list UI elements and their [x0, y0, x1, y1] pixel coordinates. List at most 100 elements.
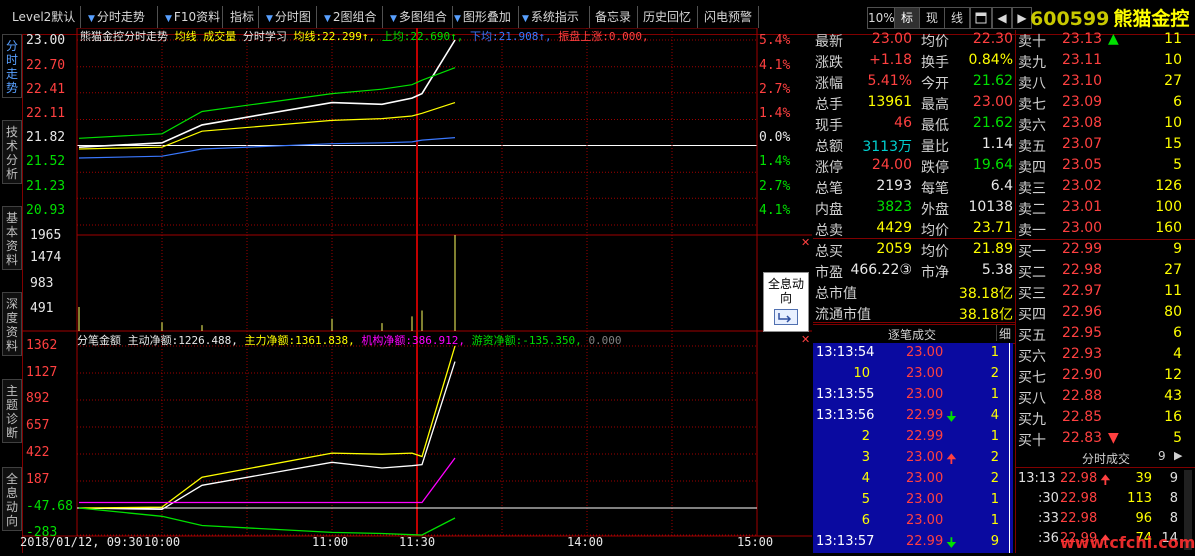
bid-row[interactable]: 买一 22.99 9 — [1016, 240, 1195, 261]
order-book: 卖十 23.13 ▲ 11 卖九 23.11 10 卖八 23.10 27 卖七 23.09 6 卖六 23… — [1015, 30, 1195, 450]
ask-row[interactable]: 卖一 23.00 160 — [1016, 219, 1195, 240]
nav-right-icon[interactable]: ▶ — [1012, 7, 1032, 29]
quote-label2: 今开 — [921, 76, 949, 92]
divider — [813, 322, 1015, 323]
tick-row: 5 23.00 1 — [813, 490, 1013, 511]
ask-row[interactable]: 卖二 23.01 100 — [1016, 198, 1195, 219]
book-price: 23.13 — [1062, 31, 1103, 47]
toolbar-history-label: 历史回忆 — [643, 10, 692, 24]
fenshi-price: 22.98 — [1060, 491, 1098, 506]
holo-popup-button[interactable]: 全息动向 — [763, 272, 809, 332]
bid-row[interactable]: 买七 22.90 12 — [1016, 366, 1195, 387]
toolbar-sysindicator[interactable]: ▼ 系统指示 — [518, 6, 583, 28]
book-qty: 160 — [1155, 220, 1182, 236]
price-tick: 21.82 — [26, 130, 66, 145]
price-tick: 22.70 — [26, 58, 66, 73]
tab-fenshi[interactable]: 分时走势 — [2, 34, 22, 98]
close-panel-icon[interactable]: ✕ — [801, 333, 810, 346]
book-price: 22.98 — [1062, 262, 1103, 278]
toolbar-alert[interactable]: 闪电预警 — [700, 6, 756, 28]
book-price: 23.09 — [1062, 94, 1103, 110]
bid-row[interactable]: 买十 22.83 ▼ 5 — [1016, 429, 1195, 450]
toolbar-alert-label: 闪电预警 — [704, 10, 753, 24]
tab-diagnosis[interactable]: 主题诊断 — [2, 379, 22, 443]
chart-dn-label: 下均: — [470, 30, 499, 43]
chart-ma-label: 均线: — [293, 30, 323, 43]
flow-tick: 1362 — [26, 338, 58, 353]
book-qty: 126 — [1155, 178, 1182, 194]
window-icon[interactable] — [970, 7, 992, 29]
tab-basic[interactable]: 基本资料 — [2, 206, 22, 270]
quote-label: 总笔 — [815, 181, 843, 197]
tick-qty: 1 — [990, 429, 999, 444]
stock-name: 熊猫金控 — [1113, 8, 1190, 30]
chart-avg-toggle[interactable]: 均线 — [175, 30, 197, 43]
tab-holo[interactable]: 全息动向 — [2, 467, 22, 531]
ask-row[interactable]: 卖四 23.05 5 — [1016, 156, 1195, 177]
quote-row: 总手 13961 最高 23.00 — [813, 93, 1015, 114]
bid-row[interactable]: 买三 22.97 11 — [1016, 282, 1195, 303]
toolbar-fenshi[interactable]: ▼ 分时走势 — [84, 6, 149, 28]
nav-left-icon[interactable]: ◀ — [992, 7, 1012, 29]
book-level: 卖七 — [1018, 97, 1046, 113]
quote-label: 涨停 — [815, 160, 843, 176]
quote-value: 4429 — [876, 220, 912, 236]
pct-tick: 2.7% — [759, 82, 791, 97]
tick-detail-button[interactable]: 细 — [996, 325, 1013, 341]
toolbar-overlay[interactable]: ▼ 图形叠加 — [450, 6, 515, 28]
fenshi-time: :30 — [1038, 491, 1059, 506]
tick-price: 23.00 — [906, 387, 944, 402]
tab-deep[interactable]: 深度资料 — [2, 292, 22, 356]
bid-row[interactable]: 买六 22.93 4 — [1016, 345, 1195, 366]
ask-row[interactable]: 卖七 23.09 6 — [1016, 93, 1195, 114]
quote-label: 涨跌 — [815, 55, 843, 71]
tab-tech[interactable]: 技术分析 — [2, 120, 22, 184]
ask-row[interactable]: 卖五 23.07 15 — [1016, 135, 1195, 156]
intraday-chart[interactable]: 熊猫金控分时走势 均线 成交量 分时学习 均线:22.299↑, 上均:22.6… — [20, 28, 812, 553]
toolbar-memo[interactable]: 备忘录 — [591, 6, 635, 28]
book-qty: 10 — [1164, 52, 1182, 68]
bid-row[interactable]: 买四 22.96 80 — [1016, 303, 1195, 324]
chart-vol-toggle[interactable]: 成交量 — [203, 30, 236, 43]
bid-row[interactable]: 买八 22.88 43 — [1016, 387, 1195, 408]
quote-value: +1.18 — [869, 52, 912, 68]
divider — [813, 238, 1015, 239]
close-panel-icon[interactable]: ✕ — [801, 236, 810, 249]
ask-row[interactable]: 卖十 23.13 ▲ 11 — [1016, 30, 1195, 51]
bid-row[interactable]: 买九 22.85 16 — [1016, 408, 1195, 429]
bid-row[interactable]: 买五 22.95 6 — [1016, 324, 1195, 345]
chart-canvas — [22, 28, 812, 537]
seg-mark[interactable]: 标 — [894, 7, 920, 29]
ask-row[interactable]: 卖六 23.08 10 — [1016, 114, 1195, 135]
quote-label2: 每笔 — [921, 181, 949, 197]
toolbar-2combo[interactable]: ▼ 2图组合 — [320, 6, 381, 28]
toolbar-f10[interactable]: ▼ F10资料 — [161, 6, 224, 28]
book-qty: 10 — [1164, 115, 1182, 131]
chart-up-label: 上均: — [381, 30, 411, 43]
tick-time: 13:13:56 — [816, 408, 875, 423]
quote-value2: 38.18亿 — [958, 286, 1013, 302]
fenshi-expand-icon[interactable]: ▶ — [1174, 449, 1182, 462]
seg-10pct[interactable]: 10% — [867, 7, 895, 29]
toolbar-2combo-label: 2图组合 — [332, 10, 377, 24]
toolbar-level2[interactable]: Level2默认 — [8, 6, 79, 28]
ask-row[interactable]: 卖八 23.10 27 — [1016, 72, 1195, 93]
quote-value2: 21.62 — [972, 73, 1013, 89]
ask-row[interactable]: 卖九 23.11 10 — [1016, 51, 1195, 72]
book-qty: 6 — [1173, 325, 1182, 341]
book-level: 卖三 — [1018, 181, 1046, 197]
book-level: 买二 — [1018, 265, 1046, 281]
toolbar-history[interactable]: 历史回忆 — [639, 6, 695, 28]
toolbar-multicombo[interactable]: ▼ 多图组合 — [386, 6, 451, 28]
quote-label2: 跌停 — [921, 160, 949, 176]
bid-row[interactable]: 买二 22.98 27 — [1016, 261, 1195, 282]
seg-now[interactable]: 现 — [919, 7, 945, 29]
seg-line[interactable]: 线 — [944, 7, 970, 29]
quote-label: 最新 — [815, 34, 843, 50]
book-price: 23.07 — [1062, 136, 1103, 152]
toolbar-indicator[interactable]: 指标 — [226, 6, 258, 28]
toolbar-fenshitu[interactable]: ▼ 分时图 — [262, 6, 315, 28]
fenshi-qty: 39 — [1135, 471, 1152, 486]
pct-tick: 4.1% — [759, 203, 791, 218]
ask-row[interactable]: 卖三 23.02 126 — [1016, 177, 1195, 198]
